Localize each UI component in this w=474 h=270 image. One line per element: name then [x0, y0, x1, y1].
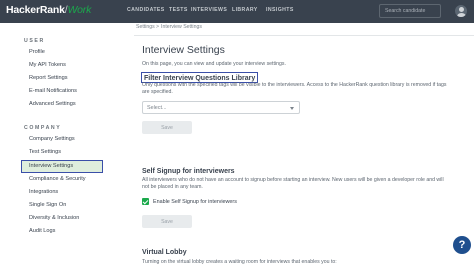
page-subtitle: On this page, you can view and update yo… [142, 61, 286, 67]
sidebar-item-api-tokens[interactable]: My API Tokens [29, 62, 66, 68]
self-signup-description: All interviewers who do not have an acco… [142, 177, 444, 191]
nav-library[interactable]: LIBRARY [232, 7, 258, 13]
breadcrumb-settings[interactable]: Settings [136, 24, 155, 30]
sidebar-item-interview-settings[interactable]: Interview Settings [21, 160, 103, 173]
sidebar-item-diversity-inclusion[interactable]: Diversity & Inclusion [29, 215, 79, 221]
hackerrank-work-logo[interactable]: HackerRank/Work [6, 4, 91, 16]
sidebar-item-advanced-settings[interactable]: Advanced Settings [29, 101, 76, 107]
filter-library-description: Only questions with the specified tags w… [142, 82, 447, 96]
sidebar-item-profile[interactable]: Profile [29, 49, 45, 55]
nav-insights[interactable]: INSIGHTS [266, 7, 294, 13]
tags-select-placeholder: Select... [147, 105, 167, 112]
nav-candidates[interactable]: CANDIDATES [127, 7, 165, 13]
filter-save-button[interactable]: Save [142, 121, 192, 134]
search-placeholder: Search candidate [385, 8, 426, 14]
sidebar-item-test-settings[interactable]: Test Settings [29, 149, 61, 155]
sidebar-item-integrations[interactable]: Integrations [29, 189, 58, 195]
chevron-down-icon [290, 107, 294, 110]
search-input[interactable]: Search candidate [379, 4, 441, 18]
tags-select[interactable]: Select... [142, 101, 300, 114]
sidebar-heading-company: COMPANY [24, 125, 62, 131]
help-button[interactable]: ? [453, 236, 471, 254]
user-icon [458, 7, 464, 12]
divider [134, 35, 474, 36]
sidebar-item-company-settings[interactable]: Company Settings [29, 136, 75, 142]
self-signup-save-button[interactable]: Save [142, 215, 192, 228]
self-signup-heading: Self Signup for interviewers [142, 168, 235, 175]
breadcrumb-current: Interview Settings [161, 24, 202, 30]
sidebar-item-audit-logs[interactable]: Audit Logs [29, 228, 55, 234]
nav-tests[interactable]: TESTS [169, 7, 188, 13]
sidebar-item-report-settings[interactable]: Report Settings [29, 75, 68, 81]
sidebar-item-email-notifications[interactable]: E-mail Notifications [29, 88, 77, 94]
virtual-lobby-description: Turning on the virtual lobby creates a w… [142, 259, 337, 265]
settings-sidebar: USER Profile My API Tokens Report Settin… [0, 23, 104, 270]
self-signup-checkbox[interactable] [142, 198, 149, 205]
sidebar-item-compliance-security[interactable]: Compliance & Security [29, 176, 86, 182]
virtual-lobby-heading: Virtual Lobby [142, 249, 187, 256]
page-title: Interview Settings [142, 44, 225, 56]
self-signup-checkbox-label[interactable]: Enable Self Signup for interviewers [153, 199, 237, 205]
breadcrumb-separator: > [156, 24, 160, 30]
sidebar-item-single-sign-on[interactable]: Single Sign On [29, 202, 66, 208]
nav-interviews[interactable]: INTERVIEWS [191, 7, 227, 13]
sidebar-heading-user: USER [24, 38, 45, 44]
avatar[interactable] [455, 5, 467, 17]
top-navbar: HackerRank/Work CANDIDATES TESTS INTERVI… [0, 0, 474, 23]
